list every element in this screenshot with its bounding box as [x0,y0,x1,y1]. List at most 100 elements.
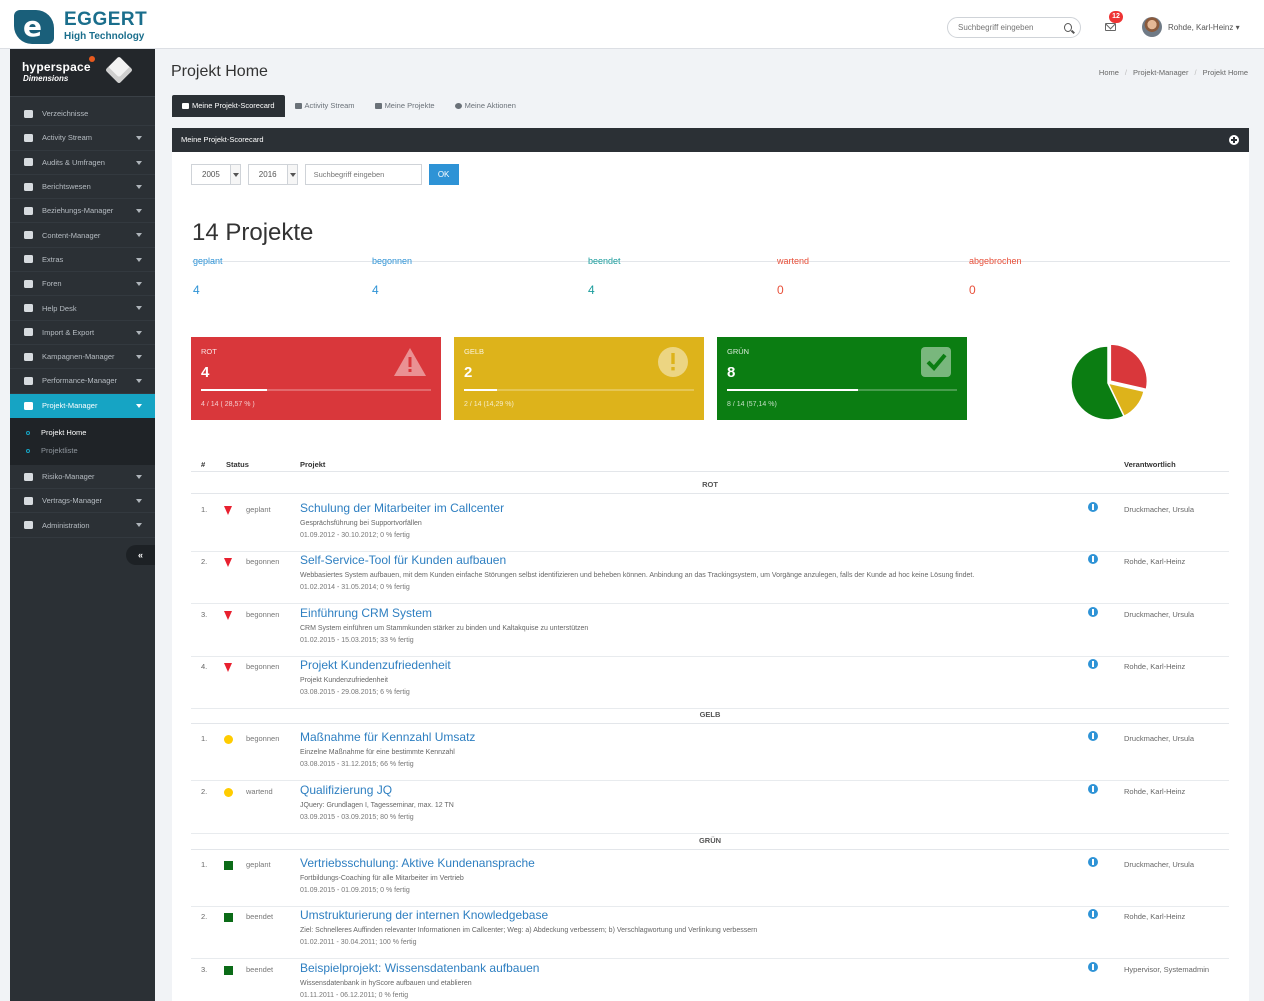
col-project[interactable]: Projekt [300,460,325,469]
status-card-gruen[interactable]: GRÜN 8 8 / 14 (57,14 %) [717,337,967,420]
info-icon[interactable] [1088,857,1098,867]
responsible-person: Druckmacher, Ursula [1124,734,1195,743]
sidebar-subitem-projekt-home[interactable]: Projekt Home [10,424,155,442]
info-icon[interactable] [1088,659,1098,669]
card-label: GELB [464,347,485,356]
sidebar-collapse-button[interactable]: « [126,545,155,565]
sidebar-item-extras[interactable]: Extras [10,248,155,273]
card-count: 4 [201,364,210,381]
user-menu[interactable]: Rohde, Karl-Heinz ▾ [1168,23,1240,32]
sidebar-item-import-export[interactable]: Import & Export [10,321,155,345]
sidebar-item-audits-umfragen[interactable]: Audits & Umfragen [10,151,155,175]
search-icon[interactable] [1064,23,1072,32]
project-title-link[interactable]: Qualifizierung JQ [300,783,392,797]
info-icon[interactable] [1088,784,1098,794]
project-title-link[interactable]: Beispielprojekt: Wissensdatenbank aufbau… [300,961,539,975]
tab-meine-aktionen[interactable]: Meine Aktionen [445,95,526,117]
sidebar-item-projekt-manager[interactable]: Projekt-Manager [10,393,155,418]
ok-button[interactable]: OK [428,164,459,185]
status-label-beendet[interactable]: beendet [588,256,621,266]
row-status: geplant [246,860,271,869]
project-title-link[interactable]: Self-Service-Tool für Kunden aufbauen [300,553,506,567]
project-title-link[interactable]: Vertriebsschulung: Aktive Kundenansprach… [300,856,535,870]
kampagnen-manager-icon [24,352,33,361]
project-description: Wissensdatenbank in hyScore aufbauen und… [300,980,472,987]
info-icon[interactable] [1088,962,1098,972]
sidebar-item-activity-stream[interactable]: Activity Stream [10,126,155,151]
tab-activity-stream[interactable]: Activity Stream [285,95,365,117]
mail-icon[interactable] [1105,23,1116,31]
status-label-wartend[interactable]: wartend [777,256,809,266]
project-dates: 01.09.2012 - 30.10.2012; 0 % fertig [300,532,410,539]
status-label-geplant[interactable]: geplant [193,256,223,266]
row-number: 3. [201,965,208,974]
status-label-begonnen[interactable]: begonnen [372,256,412,266]
sidebar-item-vertrags-manager[interactable]: Vertrags-Manager [10,489,155,514]
tab-meine-projekte[interactable]: Meine Projekte [365,95,445,117]
project-title-link[interactable]: Schulung der Mitarbeiter im Callcenter [300,501,504,515]
chevron-down-icon [136,474,142,479]
global-search-input[interactable] [958,23,1058,32]
sidebar-item-label: Beziehungs-Manager [42,206,114,216]
info-icon[interactable] [1088,554,1098,564]
avatar[interactable] [1142,17,1162,37]
info-icon[interactable] [1088,502,1098,512]
project-description: JQuery: Grundlagen I, Tagesseminar, max.… [300,802,454,809]
extras-icon [24,255,33,264]
group-header-gruen: GRÜN [191,836,1229,850]
tab-scorecard[interactable]: Meine Projekt-Scorecard [172,95,285,117]
project-title-link[interactable]: Umstrukturierung der internen Knowledgeb… [300,908,548,922]
pie-slice-rot[interactable] [1109,343,1148,391]
col-status[interactable]: Status [226,460,249,469]
status-label-abgebrochen[interactable]: abgebrochen [969,256,1022,266]
table-row: 1. geplant Schulung der Mitarbeiter im Cal… [191,500,1229,552]
product-logo[interactable]: hyperspace Dimensions [10,49,155,97]
chevron-down-icon[interactable] [286,165,297,184]
sidebar-item-help-desk[interactable]: Help Desk [10,296,155,321]
global-search[interactable] [947,17,1081,38]
sidebar-item-foren[interactable]: Foren [10,272,155,297]
breadcrumb: Home / Projekt-Manager / Projekt Home [1098,68,1248,77]
sidebar-item-beziehungs-manager[interactable]: Beziehungs-Manager [10,199,155,224]
row-number: 1. [201,734,208,743]
sidebar-item-performance-manager[interactable]: Performance-Manager [10,369,155,394]
notification-badge[interactable]: 12 [1109,11,1123,23]
card-count: 8 [727,364,736,381]
chevron-down-icon[interactable] [229,165,240,184]
status-count-abgebrochen: 0 [969,283,976,297]
sidebar-item-berichtswesen[interactable]: Berichtswesen [10,175,155,200]
card-count: 2 [464,364,473,381]
expand-icon[interactable] [1229,135,1239,145]
project-dates: 01.09.2015 - 01.09.2015; 0 % fertig [300,887,410,894]
breadcrumb-projekt-manager[interactable]: Projekt-Manager [1133,68,1188,77]
project-title-link[interactable]: Projekt Kundenzufriedenheit [300,658,451,672]
card-label: ROT [201,347,217,356]
sidebar-item-risiko-manager[interactable]: Risiko-Manager [10,465,155,490]
info-icon[interactable] [1088,607,1098,617]
sidebar-item-verzeichnisse[interactable]: Verzeichnisse [10,102,155,127]
sidebar-item-administration[interactable]: Administration [10,513,155,538]
sidebar-item-content-manager[interactable]: Content-Manager [10,223,155,248]
sidebar-item-kampagnen-manager[interactable]: Kampagnen-Manager [10,345,155,370]
year-to-select[interactable]: 2016 [247,164,298,185]
project-title-link[interactable]: Einführung CRM System [300,606,432,620]
info-icon[interactable] [1088,731,1098,741]
list-icon [374,103,382,109]
year-from-select[interactable]: 2005 [191,164,241,185]
info-icon[interactable] [1088,909,1098,919]
project-dates: 01.02.2015 - 15.03.2015; 33 % fertig [300,637,414,644]
status-card-rot[interactable]: ROT 4 4 / 14 ( 28,57 % ) [191,337,441,420]
project-search-input[interactable] [304,164,422,185]
status-card-gelb[interactable]: GELB 2 2 / 14 (14,29 %) [454,337,704,420]
projekt-manager-icon [24,401,33,410]
breadcrumb-home[interactable]: Home [1099,68,1119,77]
project-title-link[interactable]: Maßnahme für Kennzahl Umsatz [300,730,475,744]
company-logo[interactable]: e EGGERT High Technology [14,8,147,44]
sidebar-subitem-projektliste[interactable]: Projektliste [10,442,155,460]
sidebar-nav: Verzeichnisse Activity Stream Audits & Umf… [10,102,155,418]
sidebar-item-label: Import & Export [42,327,95,337]
col-responsible[interactable]: Verantwortlich [1124,460,1176,469]
table-row: 1. begonnen Maßnahme für Kennzahl Umsatz Ei… [191,729,1229,781]
project-description: Webbasiertes System aufbauen, mit dem Ku… [300,572,975,579]
chevron-down-icon [136,257,142,262]
